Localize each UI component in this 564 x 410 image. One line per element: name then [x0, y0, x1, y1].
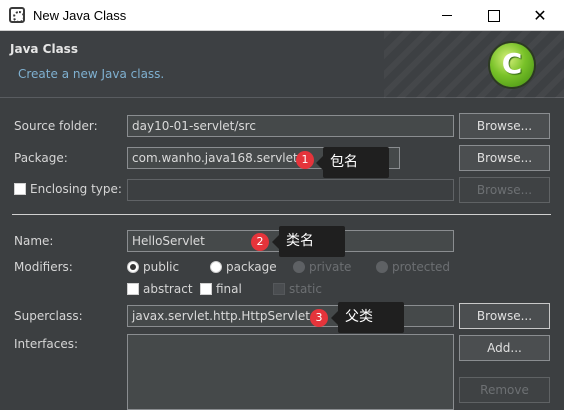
add-interface-button[interactable]: Add... — [459, 335, 550, 361]
public-label: public — [143, 260, 180, 274]
annotation-badge-1: 1 — [296, 151, 314, 169]
superclass-input[interactable]: javax.servlet.http.HttpServlet — [127, 305, 454, 327]
private-radio[interactable] — [293, 261, 305, 273]
source-folder-input[interactable]: day10-01-servlet/src — [127, 115, 454, 137]
java-class-icon: C — [490, 43, 534, 87]
static-label: static — [289, 282, 322, 296]
interfaces-list[interactable] — [127, 334, 454, 410]
abstract-label: abstract — [143, 282, 193, 296]
title-bar: New Java Class ✕ — [0, 0, 564, 31]
enclosing-type-browse-button[interactable]: Browse... — [459, 177, 550, 203]
banner-title: Java Class — [10, 42, 78, 56]
source-folder-browse-button[interactable]: Browse... — [459, 113, 550, 139]
wizard-banner: Java Class Create a new Java class. C — [0, 31, 564, 98]
remove-interface-button[interactable]: Remove — [459, 377, 550, 403]
package-label: Package: — [14, 151, 68, 165]
annotation-badge-2: 2 — [251, 233, 269, 251]
annotation-badge-3: 3 — [310, 309, 328, 327]
interfaces-label: Interfaces: — [14, 337, 79, 351]
source-folder-label: Source folder: — [14, 119, 98, 133]
private-label: private — [309, 260, 352, 274]
superclass-label: Superclass: — [14, 309, 83, 323]
annotation-callout-package: 包名 — [316, 147, 389, 178]
close-button[interactable]: ✕ — [517, 0, 563, 31]
name-label: Name: — [14, 234, 54, 248]
abstract-checkbox[interactable] — [127, 283, 139, 295]
protected-radio[interactable] — [376, 261, 388, 273]
enclosing-type-checkbox[interactable] — [14, 183, 26, 195]
modifiers-label: Modifiers: — [14, 260, 73, 274]
java-class-icon-letter: C — [501, 47, 523, 80]
banner-description: Create a new Java class. — [18, 67, 165, 81]
protected-label: protected — [392, 260, 451, 274]
annotation-callout-name: 类名 — [272, 226, 345, 257]
package-visibility-label: package — [226, 260, 277, 274]
public-radio[interactable] — [127, 261, 139, 273]
final-checkbox[interactable] — [200, 283, 212, 295]
annotation-callout-superclass: 父类 — [331, 302, 404, 333]
enclosing-type-input[interactable] — [127, 179, 454, 201]
package-browse-button[interactable]: Browse... — [459, 145, 550, 171]
package-radio[interactable] — [210, 261, 222, 273]
maximize-button[interactable] — [470, 0, 516, 31]
eclipse-app-icon — [9, 7, 25, 23]
banner-decoration — [384, 31, 564, 98]
final-label: final — [216, 282, 242, 296]
static-checkbox[interactable] — [273, 283, 285, 295]
superclass-browse-button[interactable]: Browse... — [459, 303, 550, 329]
enclosing-type-label: Enclosing type: — [30, 182, 122, 196]
window-title: New Java Class — [33, 8, 127, 23]
separator — [12, 214, 551, 215]
minimize-button[interactable] — [424, 0, 470, 31]
